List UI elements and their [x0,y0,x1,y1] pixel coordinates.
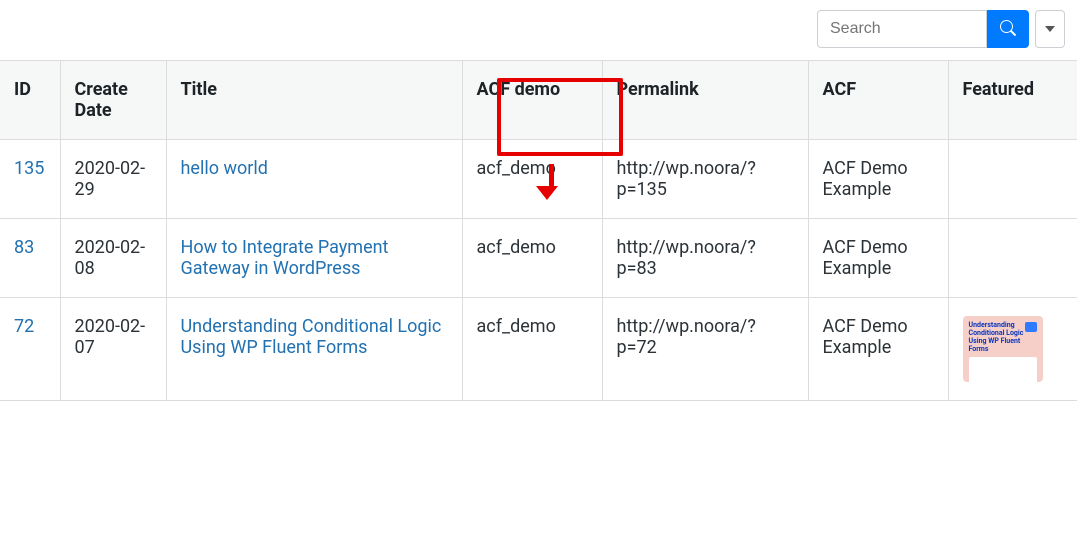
search-icon [1000,20,1016,39]
toolbar [0,0,1077,60]
col-header-acf[interactable]: ACF [808,61,948,140]
post-id-link[interactable]: 72 [14,316,34,337]
cell-create-date: 2020-02-08 [60,219,166,298]
col-header-permalink[interactable]: Permalink [602,61,808,140]
table-row: 135 2020-02-29 hello world acf_demo http… [0,140,1077,219]
table-row: 72 2020-02-07 Understanding Conditional … [0,298,1077,401]
cell-acf: ACF Demo Example [808,219,948,298]
page: ID Create Date Title ACF demo Permalink … [0,0,1077,401]
col-header-create-date[interactable]: Create Date [60,61,166,140]
post-title-link[interactable]: How to Integrate Payment Gateway in Word… [181,237,389,279]
search-input[interactable] [817,10,987,48]
col-header-id[interactable]: ID [0,61,60,140]
col-header-title[interactable]: Title [166,61,462,140]
cell-acf-demo: acf_demo [462,298,602,401]
thumbnail-caption: Understanding Conditional Logic Using WP… [969,321,1024,353]
cell-permalink: http://wp.noora/?p=72 [602,298,808,401]
post-title-link[interactable]: hello world [181,158,268,179]
posts-table: ID Create Date Title ACF demo Permalink … [0,60,1077,401]
cell-acf: ACF Demo Example [808,298,948,401]
col-header-featured[interactable]: Featured [948,61,1077,140]
post-title-link[interactable]: Understanding Conditional Logic Using WP… [181,316,442,358]
options-dropdown-button[interactable] [1035,10,1065,48]
col-header-acf-demo[interactable]: ACF demo [462,61,602,140]
cell-create-date: 2020-02-07 [60,298,166,401]
post-id-link[interactable]: 135 [14,158,44,179]
table-header-row: ID Create Date Title ACF demo Permalink … [0,61,1077,140]
cell-create-date: 2020-02-29 [60,140,166,219]
featured-image-thumbnail[interactable]: Understanding Conditional Logic Using WP… [963,316,1043,382]
cell-acf-demo: acf_demo [462,219,602,298]
chat-bubble-icon [1025,322,1037,332]
cell-acf-demo: acf_demo [462,140,602,219]
cell-featured: Understanding Conditional Logic Using WP… [948,298,1077,401]
cell-featured [948,140,1077,219]
cell-acf: ACF Demo Example [808,140,948,219]
cell-permalink: http://wp.noora/?p=135 [602,140,808,219]
table-row: 83 2020-02-08 How to Integrate Payment G… [0,219,1077,298]
cell-permalink: http://wp.noora/?p=83 [602,219,808,298]
search-button[interactable] [987,10,1029,48]
search-group [817,10,1029,48]
thumbnail-form-preview [969,357,1037,382]
cell-featured [948,219,1077,298]
post-id-link[interactable]: 83 [14,237,34,258]
chevron-down-icon [1045,26,1055,32]
